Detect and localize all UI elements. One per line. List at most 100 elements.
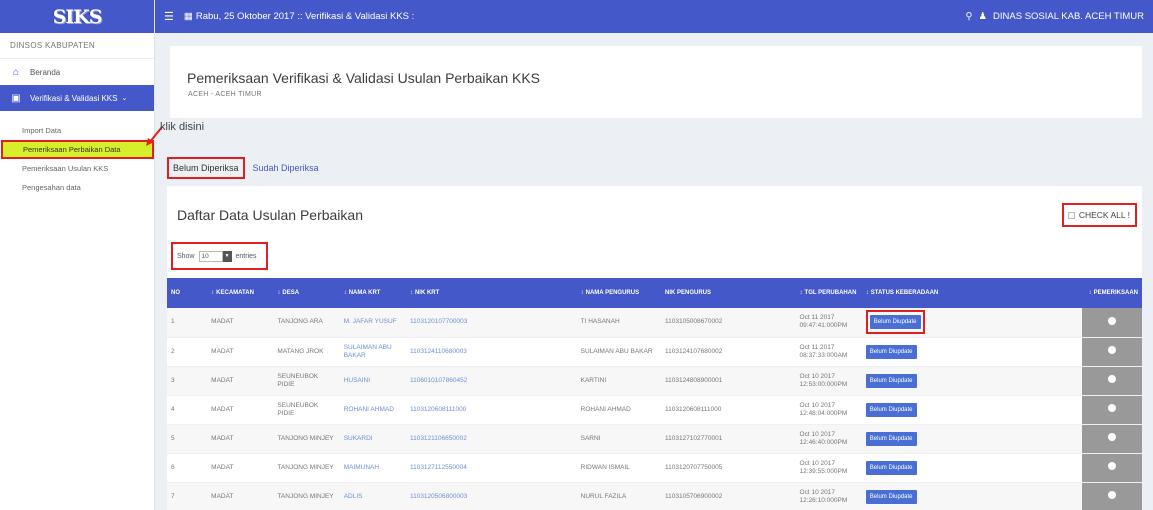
cell-kecamatan: MADAT bbox=[207, 366, 274, 396]
cell-no: 2 bbox=[167, 337, 208, 367]
cell-tgl-perubahan: Oct 10 2017 12:26:10:000PM bbox=[795, 482, 862, 510]
top-bar: ☰ ▦ Rabu, 25 Oktober 2017 :: Verifikasi … bbox=[155, 0, 1153, 33]
sidebar-subitem-import[interactable]: Import Data bbox=[0, 121, 154, 140]
cell-nik-krt[interactable]: 1103127112550004 bbox=[405, 453, 577, 483]
col-header-status[interactable]: ↕ STATUS KEBERADAAN bbox=[862, 278, 1082, 308]
status-button[interactable]: Belum Diupdate bbox=[865, 489, 917, 504]
sort-icon: ↕ bbox=[1088, 290, 1092, 296]
cell-nama-pengurus: SULAIMAN ABU BAKAR bbox=[576, 337, 661, 367]
status-button[interactable]: Belum Diupdate bbox=[865, 460, 917, 475]
status-button[interactable]: Belum Diupdate bbox=[865, 373, 917, 388]
col-header-no[interactable]: NO bbox=[167, 278, 207, 308]
cell-tgl-perubahan: Oct 10 2017 12:39:55:000PM bbox=[795, 453, 862, 483]
cell-nama-pengurus: SARNI bbox=[576, 424, 661, 454]
cell-nik-pengurus: 1103105706900002 bbox=[660, 482, 796, 510]
cell-pemeriksaan bbox=[1081, 308, 1142, 338]
cell-nama-krt[interactable]: ADLIS bbox=[339, 482, 406, 510]
table-row: 7 MADAT TANJONG MINJEY ADLIS 110312050680000… bbox=[167, 482, 1142, 510]
cell-pemeriksaan bbox=[1081, 366, 1142, 396]
pemeriksaan-toggle[interactable] bbox=[1107, 316, 1116, 325]
cell-nik-pengurus: 1103120707750005 bbox=[660, 453, 796, 483]
sort-icon: ↕ bbox=[343, 290, 347, 296]
sidebar-subitem-pemeriksaan-usulan[interactable]: Pemeriksaan Usulan KKS bbox=[0, 159, 154, 178]
hamburger-menu-icon[interactable]: ☰ bbox=[164, 10, 174, 23]
check-all-button[interactable]: CHECK ALL ! bbox=[1061, 203, 1137, 227]
chevron-down-icon[interactable]: ▼ bbox=[222, 250, 232, 262]
cell-status: Belum Diupdate bbox=[861, 453, 1082, 483]
cell-nik-krt[interactable]: 1103121106650002 bbox=[405, 424, 577, 454]
table-header-row: NO ↕ KECAMATAN ↕ DESA ↕ NAMA KRT ↕ NIK KRT ↕… bbox=[167, 278, 1142, 308]
cell-nik-krt[interactable]: 1103120107700003 bbox=[405, 308, 577, 338]
cell-desa: TANJONG ARA bbox=[273, 308, 340, 338]
col-header-nama-pengurus[interactable]: ↕ NAMA PENGURUS bbox=[577, 278, 661, 308]
cell-tgl-perubahan: Oct 11 2017 09:47:41:000PM bbox=[795, 308, 862, 338]
cell-nama-krt[interactable]: M. JAFAR YUSUF bbox=[339, 308, 406, 338]
entries-select[interactable]: 10 bbox=[198, 250, 223, 262]
sidebar-subitem-pengesahan[interactable]: Pengesahan data bbox=[0, 178, 154, 197]
sort-icon: ↕ bbox=[211, 290, 215, 296]
cell-nama-krt[interactable]: HUSAINI bbox=[339, 366, 406, 396]
list-heading: Daftar Data Usulan Perbaikan bbox=[177, 207, 363, 223]
status-button[interactable]: Belum Diupdate bbox=[865, 344, 917, 359]
sidebar-item-beranda[interactable]: ⌂ Beranda bbox=[0, 59, 154, 85]
user-name[interactable]: DINAS SOSIAL KAB. ACEH TIMUR bbox=[993, 11, 1144, 22]
data-table: NO ↕ KECAMATAN ↕ DESA ↕ NAMA KRT ↕ NIK KRT ↕… bbox=[167, 278, 1142, 510]
app-logo[interactable]: SIKS bbox=[53, 6, 103, 28]
pemeriksaan-toggle[interactable] bbox=[1107, 491, 1116, 499]
cell-status: Belum Diupdate bbox=[861, 337, 1082, 367]
status-button[interactable]: Belum Diupdate bbox=[865, 402, 917, 417]
tab-sudah-diperiksa[interactable]: Sudah Diperiksa bbox=[253, 157, 319, 179]
cell-nama-pengurus: ROHANI AHMAD bbox=[576, 395, 661, 425]
sidebar-subitem-pemeriksaan-perbaikan[interactable]: Pemeriksaan Perbaikan Data bbox=[1, 140, 154, 159]
col-header-nik-krt[interactable]: ↕ NIK KRT bbox=[406, 278, 577, 308]
table-row: 3 MADAT SEUNEUBOK PIDIE HUSAINI 110601010786… bbox=[167, 366, 1142, 396]
search-icon[interactable]: ⚲ bbox=[966, 11, 973, 22]
sidebar-heading: DINSOS KABUPATEN bbox=[0, 33, 154, 59]
cell-no: 4 bbox=[167, 395, 208, 425]
page-subtitle: ACEH - ACEH TIMUR bbox=[188, 91, 262, 98]
cell-no: 6 bbox=[167, 453, 208, 483]
cell-nik-pengurus: 1103120608111000 bbox=[660, 395, 796, 425]
entries-label: entries bbox=[235, 252, 257, 260]
col-header-nama-krt[interactable]: ↕ NAMA KRT bbox=[340, 278, 406, 308]
tab-belum-diperiksa[interactable]: Belum Diperiksa bbox=[167, 157, 245, 179]
pemeriksaan-toggle[interactable] bbox=[1107, 462, 1116, 470]
check-all-checkbox[interactable] bbox=[1067, 212, 1075, 219]
cell-desa: SEUNEUBOK PIDIE bbox=[273, 366, 340, 396]
cell-nik-krt[interactable]: 1106010107860452 bbox=[405, 366, 577, 396]
col-header-kecamatan[interactable]: ↕ KECAMATAN bbox=[207, 278, 273, 308]
cell-tgl-perubahan: Oct 11 2017 08:37:33:000AM bbox=[795, 337, 862, 367]
cell-nik-krt[interactable]: 1103124110680003 bbox=[405, 337, 577, 367]
cell-nama-krt[interactable]: ROHANI AHMAD bbox=[339, 395, 406, 425]
pemeriksaan-toggle[interactable] bbox=[1107, 433, 1116, 441]
col-header-nik-pengurus[interactable]: NIK PENGURUS bbox=[661, 278, 796, 308]
col-header-desa[interactable]: ↕ DESA bbox=[273, 278, 339, 308]
sidebar-item-verifikasi[interactable]: ▣ Verifikasi & Validasi KKS ⌄ bbox=[0, 85, 154, 111]
cell-nik-krt[interactable]: 1103120608111000 bbox=[405, 395, 577, 425]
page-title: Pemeriksaan Verifikasi & Validasi Usulan… bbox=[187, 70, 541, 86]
cell-status: Belum Diupdate bbox=[861, 482, 1082, 510]
date-breadcrumb: Rabu, 25 Oktober 2017 :: Verifikasi & Va… bbox=[195, 11, 415, 22]
cell-nama-krt[interactable]: SUKARDI bbox=[339, 424, 406, 454]
cell-nik-pengurus: 1103124808900001 bbox=[660, 366, 796, 396]
status-button[interactable]: Belum Diupdate bbox=[869, 315, 921, 330]
cell-nama-krt[interactable]: SULAIMAN ABU BAKAR bbox=[339, 337, 406, 367]
cell-nik-pengurus: 1103105008670002 bbox=[660, 308, 796, 338]
col-header-tgl-perubahan[interactable]: ↕ TGL PERUBAHAN bbox=[796, 278, 862, 308]
cell-nama-krt[interactable]: MAIMUNAH bbox=[339, 453, 406, 483]
pemeriksaan-toggle[interactable] bbox=[1107, 404, 1116, 412]
pemeriksaan-toggle[interactable] bbox=[1107, 375, 1116, 383]
pemeriksaan-toggle[interactable] bbox=[1107, 346, 1116, 354]
cell-kecamatan: MADAT bbox=[207, 424, 274, 454]
sidebar-item-label: Beranda bbox=[30, 67, 61, 77]
cell-nik-krt[interactable]: 1103120506800003 bbox=[405, 482, 577, 510]
cell-no: 1 bbox=[167, 308, 208, 338]
sort-icon: ↕ bbox=[409, 290, 413, 296]
calendar-icon: ▦ bbox=[183, 11, 193, 22]
cell-nama-pengurus: KARTINI bbox=[576, 366, 661, 396]
col-header-pemeriksaan[interactable]: ↕ PEMERIKSAAN bbox=[1082, 278, 1142, 308]
status-button[interactable]: Belum Diupdate bbox=[865, 431, 917, 446]
cell-kecamatan: MADAT bbox=[207, 395, 274, 425]
user-icon: ♟ bbox=[978, 11, 988, 22]
cell-pemeriksaan bbox=[1081, 424, 1142, 454]
